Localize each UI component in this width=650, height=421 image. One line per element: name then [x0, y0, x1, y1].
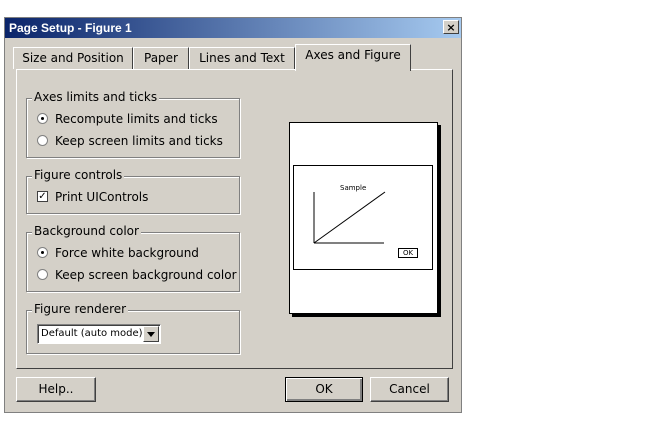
title-bar[interactable]: Page Setup - Figure 1 × — [5, 18, 461, 38]
tab-paper[interactable]: Paper — [133, 47, 189, 69]
tab-panel — [16, 69, 453, 369]
tab-label: Paper — [144, 51, 178, 65]
ok-button[interactable]: OK — [285, 377, 363, 402]
tab-size-and-position[interactable]: Size and Position — [13, 47, 133, 69]
tab-label: Size and Position — [22, 51, 124, 65]
cancel-button[interactable]: Cancel — [370, 377, 449, 402]
help-button[interactable]: Help.. — [16, 377, 96, 402]
tab-lines-and-text[interactable]: Lines and Text — [189, 47, 295, 69]
tab-label: Lines and Text — [199, 51, 285, 65]
tab-axes-and-figure[interactable]: Axes and Figure — [295, 44, 411, 71]
tab-label: Axes and Figure — [305, 48, 401, 62]
page-setup-dialog: Page Setup - Figure 1 × Size and Positio… — [4, 17, 462, 413]
close-icon[interactable]: × — [443, 20, 459, 34]
window-title: Page Setup - Figure 1 — [9, 21, 132, 35]
